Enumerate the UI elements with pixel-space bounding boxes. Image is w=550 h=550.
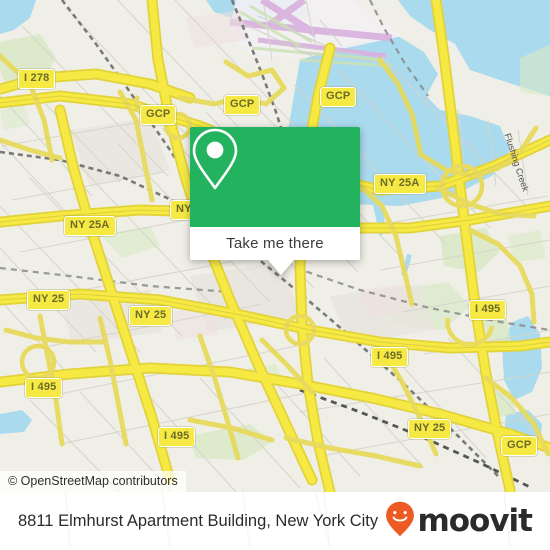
highway-shield-i278: I 278 [18, 69, 56, 89]
take-me-there-button[interactable]: Take me there [190, 227, 360, 260]
callout-tail [268, 260, 294, 275]
moovit-smiling-pin-icon [385, 501, 415, 542]
location-address: 8811 Elmhurst Apartment Building, New Yo… [18, 511, 379, 530]
highway-shield-gcp-ne: GCP [320, 87, 357, 107]
destination-callout[interactable]: Take me there [190, 127, 360, 275]
moovit-logo[interactable]: moovit [385, 501, 533, 542]
moovit-wordmark: moovit [417, 502, 533, 539]
highway-shield-gcp-nw: GCP [140, 105, 177, 125]
callout-pin-area [190, 127, 360, 227]
highway-shield-ny25a-w: NY 25A [64, 216, 116, 236]
highway-shield-ny25-w: NY 25 [27, 290, 71, 310]
highway-shield-i495-sw: I 495 [158, 427, 196, 447]
osm-attribution: © OpenStreetMap contributors [0, 471, 186, 492]
highway-shield-ny25-c: NY 25 [129, 306, 173, 326]
footer-bar: 8811 Elmhurst Apartment Building, New Yo… [0, 492, 550, 550]
highway-shield-gcp-se: GCP [501, 436, 538, 456]
highway-shield-i495-c: I 495 [371, 347, 409, 367]
highway-shield-i495-w: I 495 [25, 378, 63, 398]
highway-shield-i495-e: I 495 [469, 300, 507, 320]
take-me-there-label: Take me there [226, 235, 324, 252]
map-screenshot: I 278 GCP GCP GCP NY 25A NY 25A NY NY 25 NY 25 I … [0, 0, 550, 550]
highway-shield-gcp-n: GCP [224, 95, 261, 115]
highway-shield-ny25a-e: NY 25A [374, 174, 426, 194]
map-canvas[interactable]: I 278 GCP GCP GCP NY 25A NY 25A NY NY 25 NY 25 I … [0, 0, 550, 492]
highway-shield-ny25-se: NY 25 [408, 419, 452, 439]
